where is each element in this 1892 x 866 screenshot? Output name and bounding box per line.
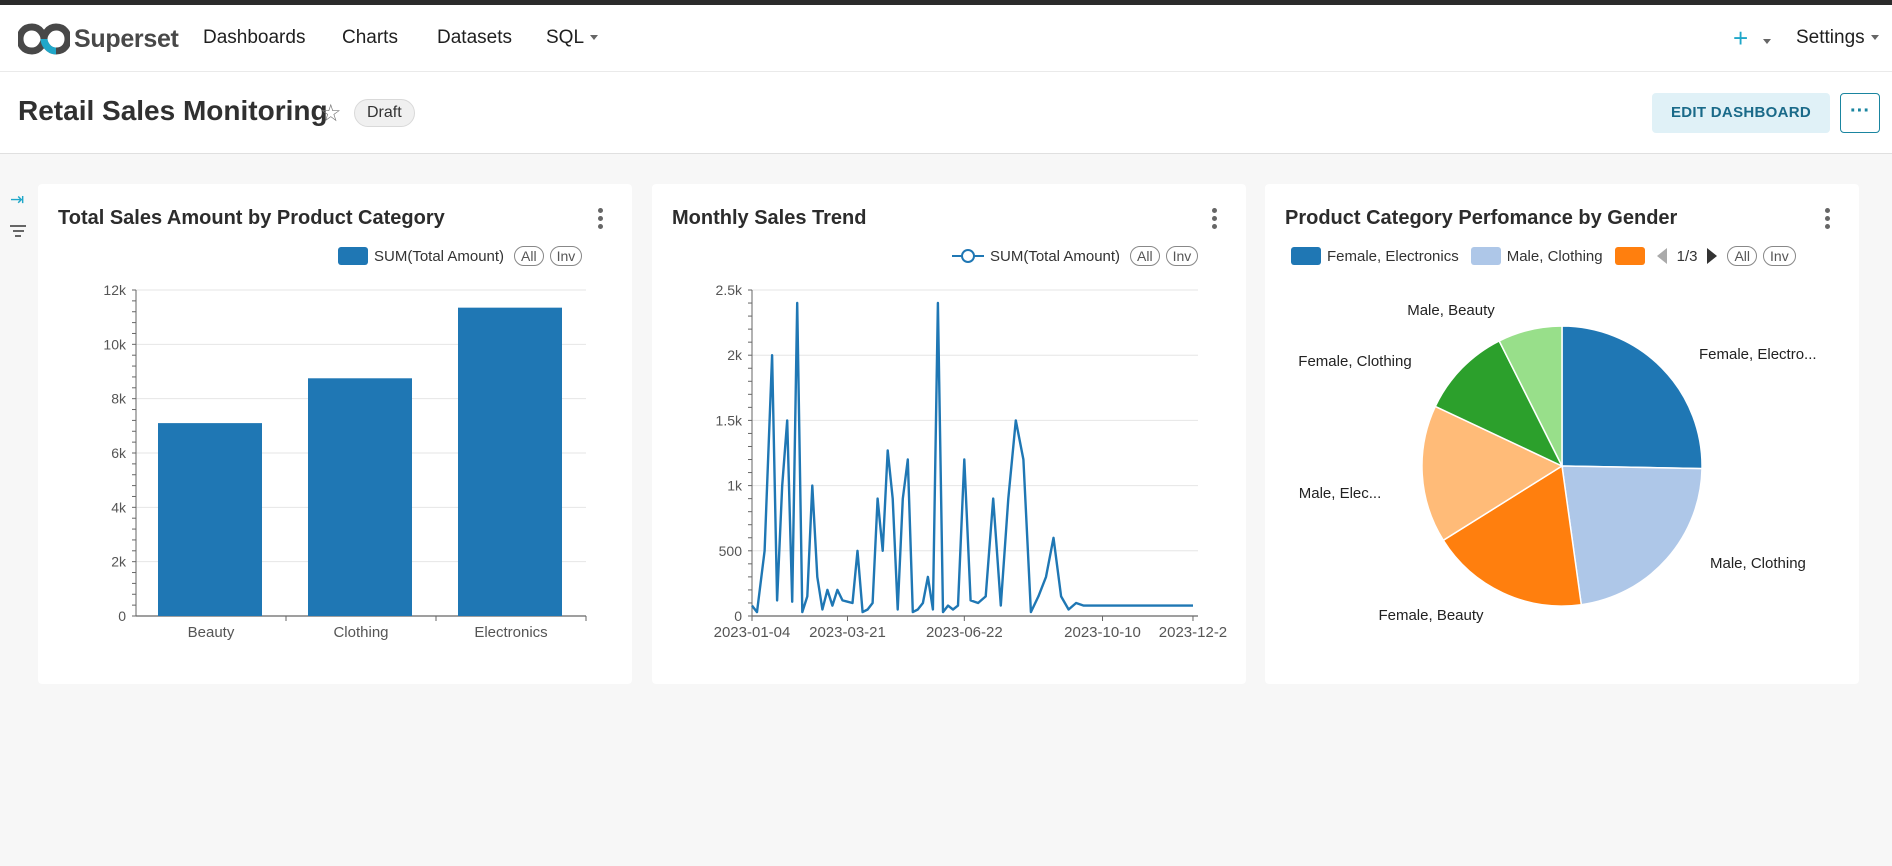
chart-card-line: Monthly Sales Trend SUM(Total Amount) Al… (652, 184, 1246, 684)
settings-label: Settings (1796, 27, 1865, 48)
expand-icon[interactable]: ⇥ (10, 190, 24, 210)
y-tick-label: 10k (103, 336, 127, 352)
bar-chart: 0 2k 4k 6k 8k 10k 12k Beauty Clothing Electronics (103, 282, 587, 641)
add-new-button[interactable]: + (1733, 23, 1748, 54)
app-name: Superset (74, 24, 179, 53)
nav-charts[interactable]: Charts (342, 27, 398, 49)
y-tick-label: 0 (734, 608, 742, 624)
bar (158, 423, 262, 616)
x-tick-label: 2023-12-2 (1159, 624, 1227, 641)
settings-menu[interactable]: Settings (1796, 27, 1879, 49)
chevron-down-icon (1870, 35, 1879, 41)
x-tick-label: 2023-06-22 (926, 624, 1003, 641)
dashboard-header: Retail Sales Monitoring ☆ Draft EDIT DAS… (0, 72, 1892, 154)
bar (308, 378, 412, 616)
x-tick-label: 2023-10-10 (1064, 624, 1141, 641)
x-tick-label: 2023-01-04 (714, 624, 791, 641)
y-tick-label: 2k (111, 554, 127, 570)
nav-sql-label: SQL (546, 27, 585, 48)
nav-dashboards[interactable]: Dashboards (203, 27, 305, 49)
x-tick-label: Beauty (188, 624, 235, 641)
slice-label: Male, Beauty (1407, 302, 1495, 319)
y-tick-label: 2k (727, 347, 743, 363)
pie-slice (1561, 325, 1703, 470)
app-logo[interactable]: Superset (18, 22, 179, 56)
more-options-button[interactable]: ··· (1840, 93, 1880, 133)
pie-chart: Female, Electro... Male, Clothing Female, … (1298, 302, 1817, 624)
y-tick-label: 0 (118, 608, 126, 624)
series-line (751, 301, 1193, 614)
chart-card-pie: Product Category Perfomance by Gender Fe… (1265, 184, 1859, 684)
logo-icon (18, 23, 70, 55)
x-tick-label: Clothing (333, 624, 388, 641)
status-badge[interactable]: Draft (354, 99, 415, 127)
x-tick-label: 2023-03-21 (809, 624, 886, 641)
chevron-down-icon (590, 35, 599, 41)
dashboard-title[interactable]: Retail Sales Monitoring (18, 95, 328, 127)
slice-label: Male, Clothing (1710, 555, 1806, 572)
y-tick-label: 500 (719, 543, 743, 559)
bar (458, 307, 562, 616)
chart-card-bar: Total Sales Amount by Product Category S… (38, 184, 632, 684)
y-tick-label: 8k (111, 391, 127, 407)
filter-icon[interactable] (10, 225, 26, 240)
nav-datasets[interactable]: Datasets (437, 27, 512, 49)
chevron-down-icon[interactable] (1763, 39, 1771, 44)
y-tick-label: 2.5k (716, 282, 743, 298)
line-chart: 0 500 1k 1.5k 2k 2.5k 2023-01-04 2023-03-21 2023… (714, 282, 1228, 641)
navbar: Superset Dashboards Charts Datasets SQL … (0, 5, 1892, 72)
y-tick-label: 1k (727, 478, 743, 494)
slice-label: Female, Electro... (1699, 346, 1817, 363)
nav-sql[interactable]: SQL (546, 27, 599, 49)
star-icon[interactable]: ☆ (320, 99, 342, 128)
y-tick-label: 1.5k (716, 412, 743, 428)
x-tick-label: Electronics (474, 624, 547, 641)
slice-label: Male, Elec... (1299, 485, 1382, 502)
pie-slice (1561, 465, 1703, 606)
slice-label: Female, Clothing (1298, 353, 1411, 370)
y-tick-label: 12k (103, 282, 127, 298)
edit-dashboard-button[interactable]: EDIT DASHBOARD (1652, 93, 1830, 133)
y-tick-label: 6k (111, 445, 127, 461)
y-tick-label: 4k (111, 499, 127, 515)
slice-label: Female, Beauty (1378, 607, 1484, 624)
